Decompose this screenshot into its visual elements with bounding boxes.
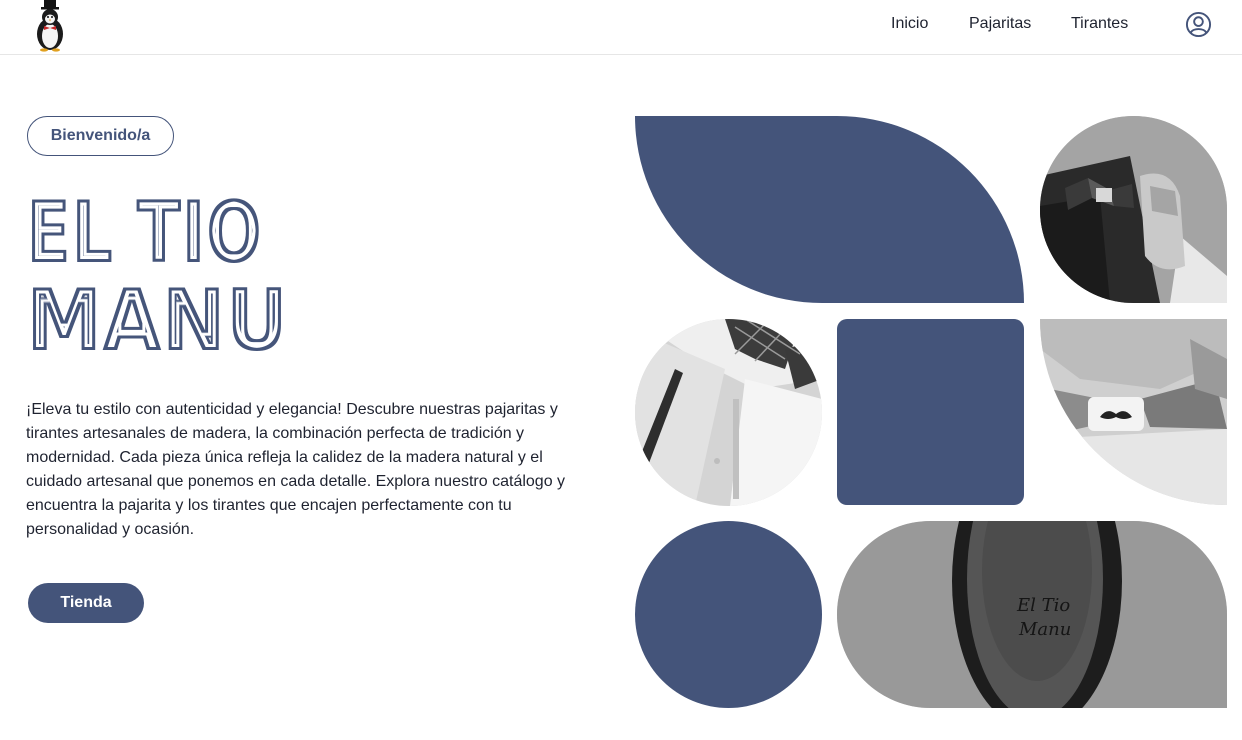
- engraving-text-line2: Manu: [1018, 619, 1071, 640]
- engraving-text-line1: El Tio: [1016, 595, 1070, 616]
- penguin-logo-icon[interactable]: [30, 0, 70, 52]
- hero-title-line2: MANU: [26, 271, 288, 365]
- hero-title: EL TIO MANU: [26, 190, 288, 365]
- hero-title-line1: EL TIO: [26, 190, 262, 283]
- top-navbar: Inicio Pajaritas Tirantes: [0, 0, 1242, 55]
- decorative-leaf-shape: [635, 116, 1024, 303]
- welcome-badge: Bienvenido/a: [27, 116, 174, 156]
- photo-engraved-wooden-bowtie: El Tio Manu: [837, 521, 1227, 708]
- shop-button[interactable]: Tienda: [28, 583, 144, 623]
- decorative-circle-shape: [635, 521, 822, 708]
- hero-description: ¡Eleva tu estilo con autenticidad y eleg…: [26, 401, 566, 538]
- photo-wooden-bowtie-adjusting: [1040, 116, 1227, 303]
- nav-link-pajaritas[interactable]: Pajaritas: [969, 15, 1031, 33]
- photo-tartan-bowtie-shirt: [635, 319, 822, 506]
- user-account-icon[interactable]: [1185, 11, 1212, 38]
- photo-mustache-bowtie: [1040, 319, 1227, 505]
- nav-link-inicio[interactable]: Inicio: [891, 15, 928, 33]
- nav-link-tirantes[interactable]: Tirantes: [1071, 15, 1128, 33]
- decorative-square-shape: [837, 319, 1024, 505]
